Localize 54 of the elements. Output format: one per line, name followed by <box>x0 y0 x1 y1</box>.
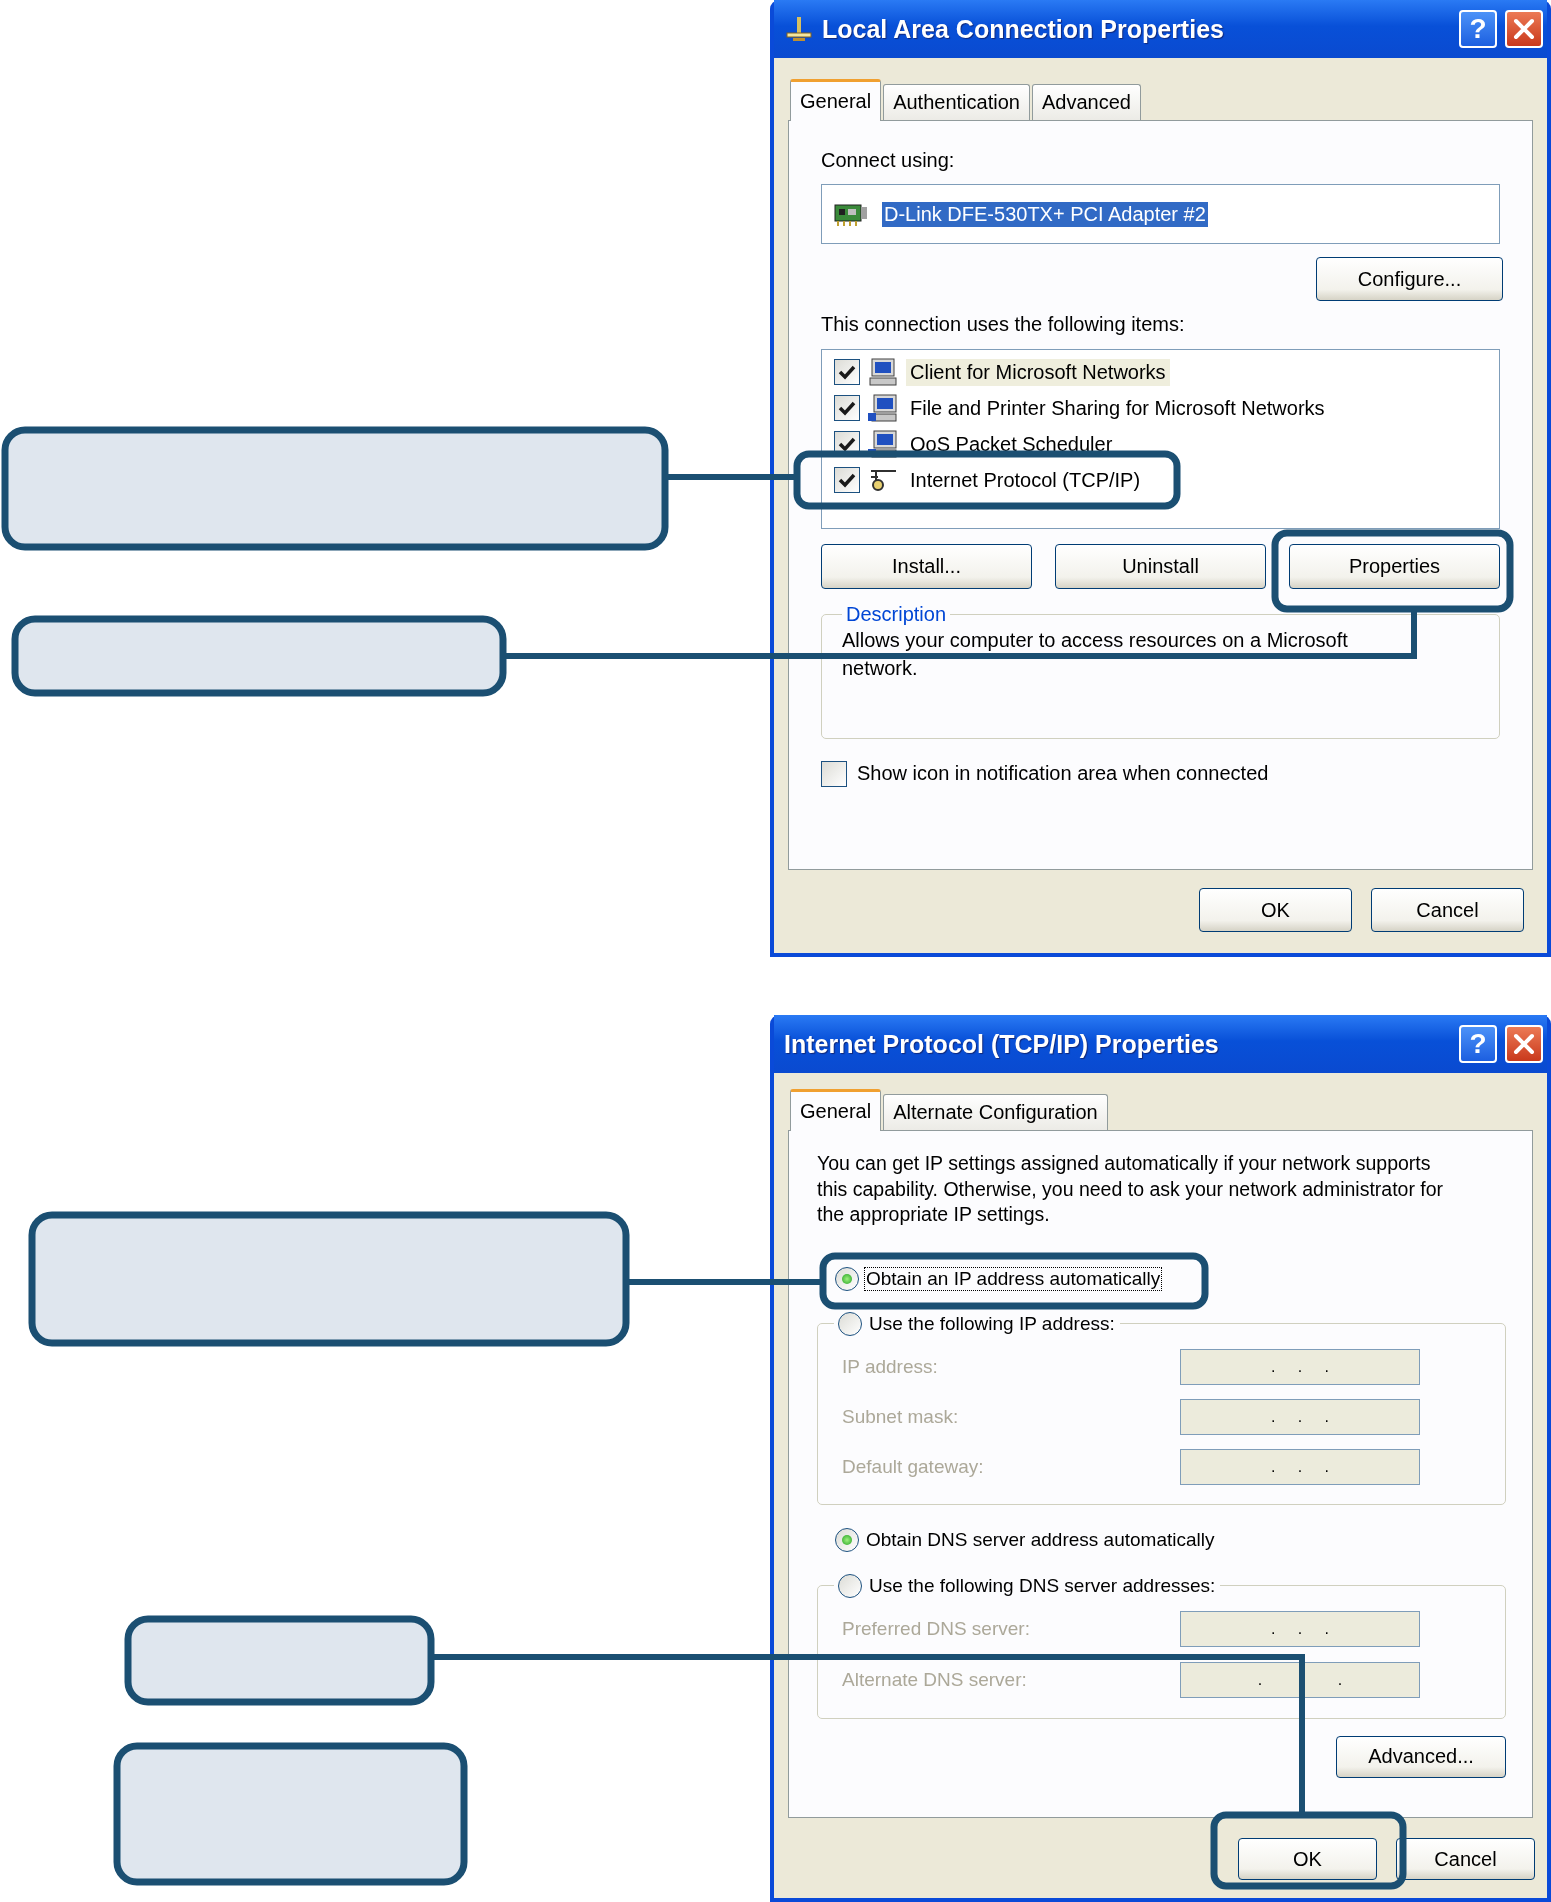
tab[interactable]: General <box>790 79 882 121</box>
tab[interactable]: Advanced <box>1031 84 1141 120</box>
tab[interactable]: Alternate Configuration <box>883 1094 1108 1130</box>
window-title: Internet Protocol (TCP/IP) Properties <box>784 1029 1219 1059</box>
help-button[interactable]: ? <box>1459 1025 1497 1063</box>
ok-button[interactable]: OK <box>1238 1838 1377 1880</box>
computer-icon <box>868 357 898 387</box>
close-icon <box>1513 1033 1535 1055</box>
checkbox-label: Show icon in notification area when connected <box>857 761 1269 785</box>
configure-button[interactable]: Configure... <box>1316 257 1503 301</box>
list-item[interactable]: File and Printer Sharing for Microsoft Networks <box>906 394 1329 422</box>
adapter-name: D-Link DFE-530TX+ PCI Adapter #2 <box>882 201 1208 227</box>
help-button[interactable]: ? <box>1459 10 1497 48</box>
list-item[interactable]: Client for Microsoft Networks <box>906 358 1170 386</box>
radio-button[interactable] <box>835 1266 859 1291</box>
field-label: IP address: <box>842 1355 939 1378</box>
radio-label: Use the following DNS server addresses: <box>868 1574 1217 1597</box>
field-label: Preferred DNS server: <box>842 1618 1031 1640</box>
radio-button[interactable] <box>835 1527 859 1552</box>
list-label: This connection uses the following items: <box>821 312 1185 336</box>
radio-button[interactable] <box>838 1573 862 1598</box>
cancel-button[interactable]: Cancel <box>1371 888 1524 932</box>
radio-label: Obtain DNS server address automatically <box>865 1528 1216 1551</box>
field-label: Alternate DNS server: <box>842 1669 1028 1691</box>
checkbox[interactable] <box>834 395 860 421</box>
checkbox[interactable] <box>834 467 860 493</box>
advanced-button[interactable]: Advanced... <box>1336 1735 1506 1778</box>
window-title: Local Area Connection Properties <box>822 14 1224 44</box>
group-label: Description <box>845 603 948 626</box>
checkbox[interactable] <box>834 359 860 385</box>
field-label: Default gateway: <box>842 1455 985 1478</box>
radio-label: Obtain an IP address automatically <box>865 1267 1162 1290</box>
adapter-field[interactable]: D-Link DFE-530TX+ PCI Adapter #2 <box>821 184 1500 244</box>
close-button[interactable] <box>1505 1025 1543 1063</box>
field-label: Subnet mask: <box>842 1405 960 1428</box>
uninstall-button[interactable]: Uninstall <box>1055 544 1266 589</box>
description-text: Allows your computer to access resources on a Microsoft network. <box>842 628 1349 681</box>
tab[interactable]: General <box>790 1089 882 1131</box>
computer-icon <box>868 393 898 423</box>
properties-button[interactable]: Properties <box>1289 544 1500 589</box>
radio-button[interactable] <box>838 1311 862 1336</box>
close-icon <box>1513 18 1535 40</box>
intro-text: You can get IP settings assigned automatically if your network supports this capability. Otherwise, you need to ask your network administrator for the appropriate IP settings. <box>817 1151 1445 1227</box>
install-button[interactable]: Install... <box>821 544 1032 589</box>
tab[interactable]: Authentication <box>883 84 1030 120</box>
list-item[interactable]: Internet Protocol (TCP/IP) <box>906 466 1145 494</box>
radio-label: Use the following IP address: <box>868 1312 1116 1335</box>
checkbox[interactable] <box>821 761 847 787</box>
close-button[interactable] <box>1505 10 1543 48</box>
ok-button[interactable]: OK <box>1199 888 1352 932</box>
network-card-icon <box>834 201 868 227</box>
field-label: Connect using: <box>821 148 955 172</box>
cancel-button[interactable]: Cancel <box>1396 1838 1535 1880</box>
network-icon <box>784 14 814 44</box>
